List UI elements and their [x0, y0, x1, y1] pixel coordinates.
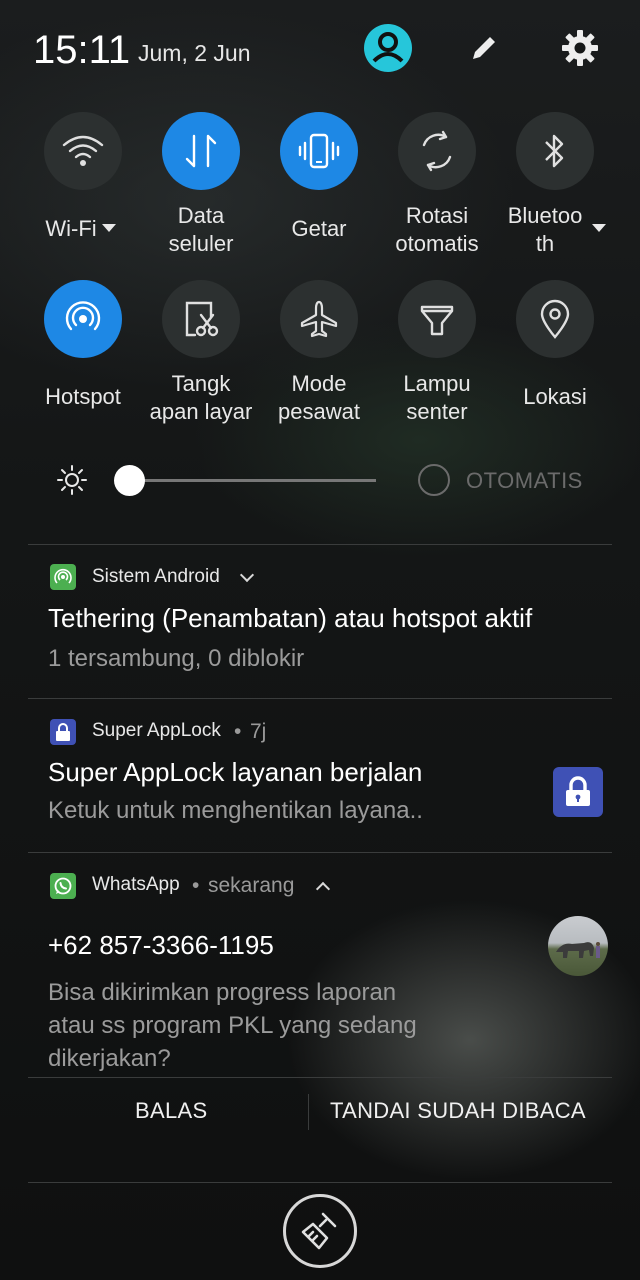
edit-pencil-icon[interactable]	[458, 22, 510, 74]
reply-button[interactable]: BALAS	[135, 1098, 207, 1124]
notification-message-line-2: atau ss program PKL yang sedang	[48, 1012, 417, 1039]
divider	[28, 698, 612, 699]
notification-app-name: Super AppLock	[92, 720, 221, 741]
contact-avatar	[548, 916, 608, 976]
hotspot-icon	[44, 280, 122, 358]
hotspot-app-icon	[50, 564, 76, 590]
tile-location-label: Lokasi	[523, 384, 587, 409]
brightness-slider-thumb[interactable]	[114, 465, 145, 496]
notification-text: Ketuk untuk menghentikan layana..	[48, 797, 423, 824]
notification-app-name: WhatsApp	[92, 874, 180, 895]
notification-separator-dot: •	[192, 874, 200, 897]
divider	[28, 544, 612, 545]
notification-app-name: Sistem Android	[92, 566, 220, 587]
tile-screenshot[interactable]: Tangk apan layar	[142, 280, 260, 430]
tile-location[interactable]: Lokasi	[496, 280, 614, 430]
tile-screenshot-label: Tangk apan layar	[149, 371, 253, 424]
tile-vibrate[interactable]: Getar	[260, 112, 378, 262]
clock-date[interactable]: Jum, 2 Jun	[138, 40, 251, 67]
tile-bluetooth[interactable]: Bluetoo th	[496, 112, 614, 262]
tile-auto-rotate-label: Rotasi otomatis	[395, 203, 479, 256]
tile-vibrate-label: Getar	[291, 216, 347, 241]
screenshot-icon	[162, 280, 240, 358]
tile-hotspot-label: Hotspot	[45, 384, 121, 409]
settings-gear-icon[interactable]	[554, 22, 606, 74]
auto-brightness-label[interactable]: OTOMATIS	[466, 468, 583, 494]
notification-text: 1 tersambung, 0 diblokir	[48, 645, 305, 672]
location-icon	[516, 280, 594, 358]
wifi-icon	[44, 112, 122, 190]
notification-message-line-1: Bisa dikirimkan progress laporan	[48, 979, 397, 1006]
notification-time: sekarang	[208, 874, 295, 897]
notification-message-line-3: dikerjakan?	[48, 1045, 171, 1072]
lock-app-icon	[50, 719, 76, 745]
status-bar: 15:11 Jum, 2 Jun	[0, 0, 640, 100]
brightness-sun-icon	[56, 464, 88, 496]
applock-large-icon	[553, 767, 603, 817]
clock-time: 15:11	[33, 28, 131, 72]
bluetooth-dropdown-icon[interactable]	[592, 224, 606, 232]
tile-hotspot[interactable]: Hotspot	[24, 280, 142, 430]
data-arrows-icon	[162, 112, 240, 190]
tile-flashlight-label: Lampu senter	[403, 371, 471, 424]
notification-time: 7j	[250, 720, 267, 743]
divider	[28, 852, 612, 853]
clear-all-broom-icon[interactable]	[283, 1194, 357, 1268]
brightness-slider-track[interactable]	[128, 479, 376, 482]
notification-separator-dot: •	[234, 720, 242, 743]
user-profile-icon[interactable]	[362, 22, 414, 74]
notification-title: Super AppLock layanan berjalan	[48, 757, 423, 787]
tile-mobile-data[interactable]: Data seluler	[142, 112, 260, 262]
collapse-chevron-icon[interactable]	[315, 881, 331, 897]
mark-as-read-button[interactable]: TANDAI SUDAH DIBACA	[330, 1098, 586, 1124]
divider	[28, 1182, 612, 1183]
expand-chevron-icon[interactable]	[239, 567, 255, 583]
tile-auto-rotate[interactable]: Rotasi otomatis	[378, 112, 496, 262]
wifi-dropdown-icon[interactable]	[102, 224, 116, 232]
vibrate-icon	[280, 112, 358, 190]
tile-wifi[interactable]: Wi-Fi	[24, 112, 142, 262]
tile-bluetooth-label: Bluetoo th	[507, 203, 583, 256]
tile-airplane-label: Mode pesawat	[278, 371, 360, 424]
notification-sender: +62 857-3366-1195	[48, 930, 274, 960]
notification-title: Tethering (Penambatan) atau hotspot akti…	[48, 603, 533, 633]
rotate-icon	[398, 112, 476, 190]
airplane-icon	[280, 280, 358, 358]
action-separator	[308, 1094, 309, 1130]
tile-mobile-data-label: Data seluler	[168, 203, 234, 256]
whatsapp-icon	[50, 873, 76, 899]
tile-airplane[interactable]: Mode pesawat	[260, 280, 378, 430]
bluetooth-icon	[516, 112, 594, 190]
divider	[28, 1077, 612, 1078]
auto-brightness-checkbox[interactable]	[418, 464, 450, 496]
flashlight-icon	[398, 280, 476, 358]
tile-flashlight[interactable]: Lampu senter	[378, 280, 496, 430]
